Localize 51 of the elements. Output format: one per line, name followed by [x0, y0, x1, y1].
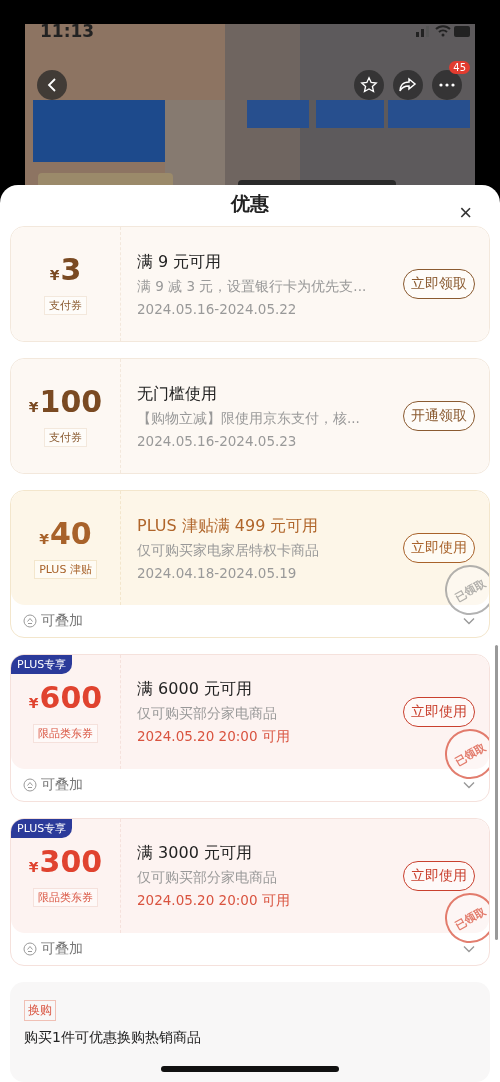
close-button[interactable]: × — [455, 201, 476, 225]
coupon-action-button[interactable]: 立即领取 — [403, 269, 475, 299]
star-icon — [360, 76, 378, 94]
coupon-action-button[interactable]: 开通领取 — [403, 401, 475, 431]
stackable-label: 可叠加 — [41, 776, 84, 794]
coupon-action-button[interactable]: 立即使用 — [403, 533, 475, 563]
stack-icon — [23, 614, 37, 628]
plus-badge: PLUS专享 — [11, 655, 73, 674]
coupon-description: 满 9 减 3 元，设置银行卡为优先支... — [137, 277, 368, 296]
coupon-description: 仅可购买家电家居特权卡商品 — [137, 541, 320, 560]
coupon-amount: ¥100 — [28, 385, 103, 421]
offer-tag: 换购 — [24, 1000, 56, 1021]
expand-chevron-icon[interactable] — [463, 617, 475, 625]
coupon-title: 满 6000 元可用 — [137, 678, 253, 700]
coupon-title: 无门槛使用 — [137, 383, 218, 405]
coupon-title: 满 3000 元可用 — [137, 842, 253, 864]
coupon-description: 【购物立减】限使用京东支付，核... — [137, 409, 361, 428]
coupon-amount: ¥600 — [28, 681, 103, 717]
coupon-title: 满 9 元可用 — [137, 251, 223, 273]
coupon-description: 仅可购买部分家电商品 — [137, 704, 278, 723]
coupon-action-button[interactable]: 立即使用 — [403, 697, 475, 727]
coupon-type-tag: 限品类东券 — [33, 724, 98, 743]
more-icon — [439, 83, 455, 87]
offer-text: 购买1件可优惠换购热销商品 — [24, 1029, 201, 1047]
expand-chevron-icon[interactable] — [463, 945, 475, 953]
coupon-amount: ¥3 — [49, 253, 82, 289]
coupon-action-button[interactable]: 立即使用 — [403, 861, 475, 891]
coupon-title: PLUS 津贴满 499 元可用 — [137, 515, 320, 537]
coupon-description: 仅可购买部分家电商品 — [137, 868, 278, 887]
coupon-type-tag: 支付券 — [44, 296, 87, 315]
stackable-label: 可叠加 — [41, 940, 84, 958]
status-time: 11:13 — [40, 21, 95, 41]
status-icons — [416, 24, 470, 38]
coupon-date: 2024.04.18-2024.05.19 — [137, 564, 298, 581]
coupon-amount: ¥300 — [28, 845, 103, 881]
stack-icon — [23, 778, 37, 792]
sheet-title: 优惠 — [231, 190, 269, 216]
share-icon — [399, 77, 417, 93]
stack-icon — [23, 942, 37, 956]
coupon-type-tag: 限品类东券 — [33, 888, 98, 907]
expand-chevron-icon[interactable] — [463, 781, 475, 789]
coupon-amount: ¥40 — [39, 517, 92, 553]
coupon-date: 2024.05.16-2024.05.23 — [137, 432, 298, 449]
stackable-label: 可叠加 — [41, 612, 84, 630]
chevron-left-icon — [46, 78, 58, 92]
plus-badge: PLUS专享 — [11, 819, 73, 838]
coupon-date: 2024.05.20 20:00 可用 — [137, 727, 291, 746]
coupon-date: 2024.05.20 20:00 可用 — [137, 891, 291, 910]
coupon-type-tag: 支付券 — [44, 428, 87, 447]
coupon-type-tag: PLUS 津贴 — [34, 560, 97, 579]
coupon-date: 2024.05.16-2024.05.22 — [137, 300, 298, 317]
